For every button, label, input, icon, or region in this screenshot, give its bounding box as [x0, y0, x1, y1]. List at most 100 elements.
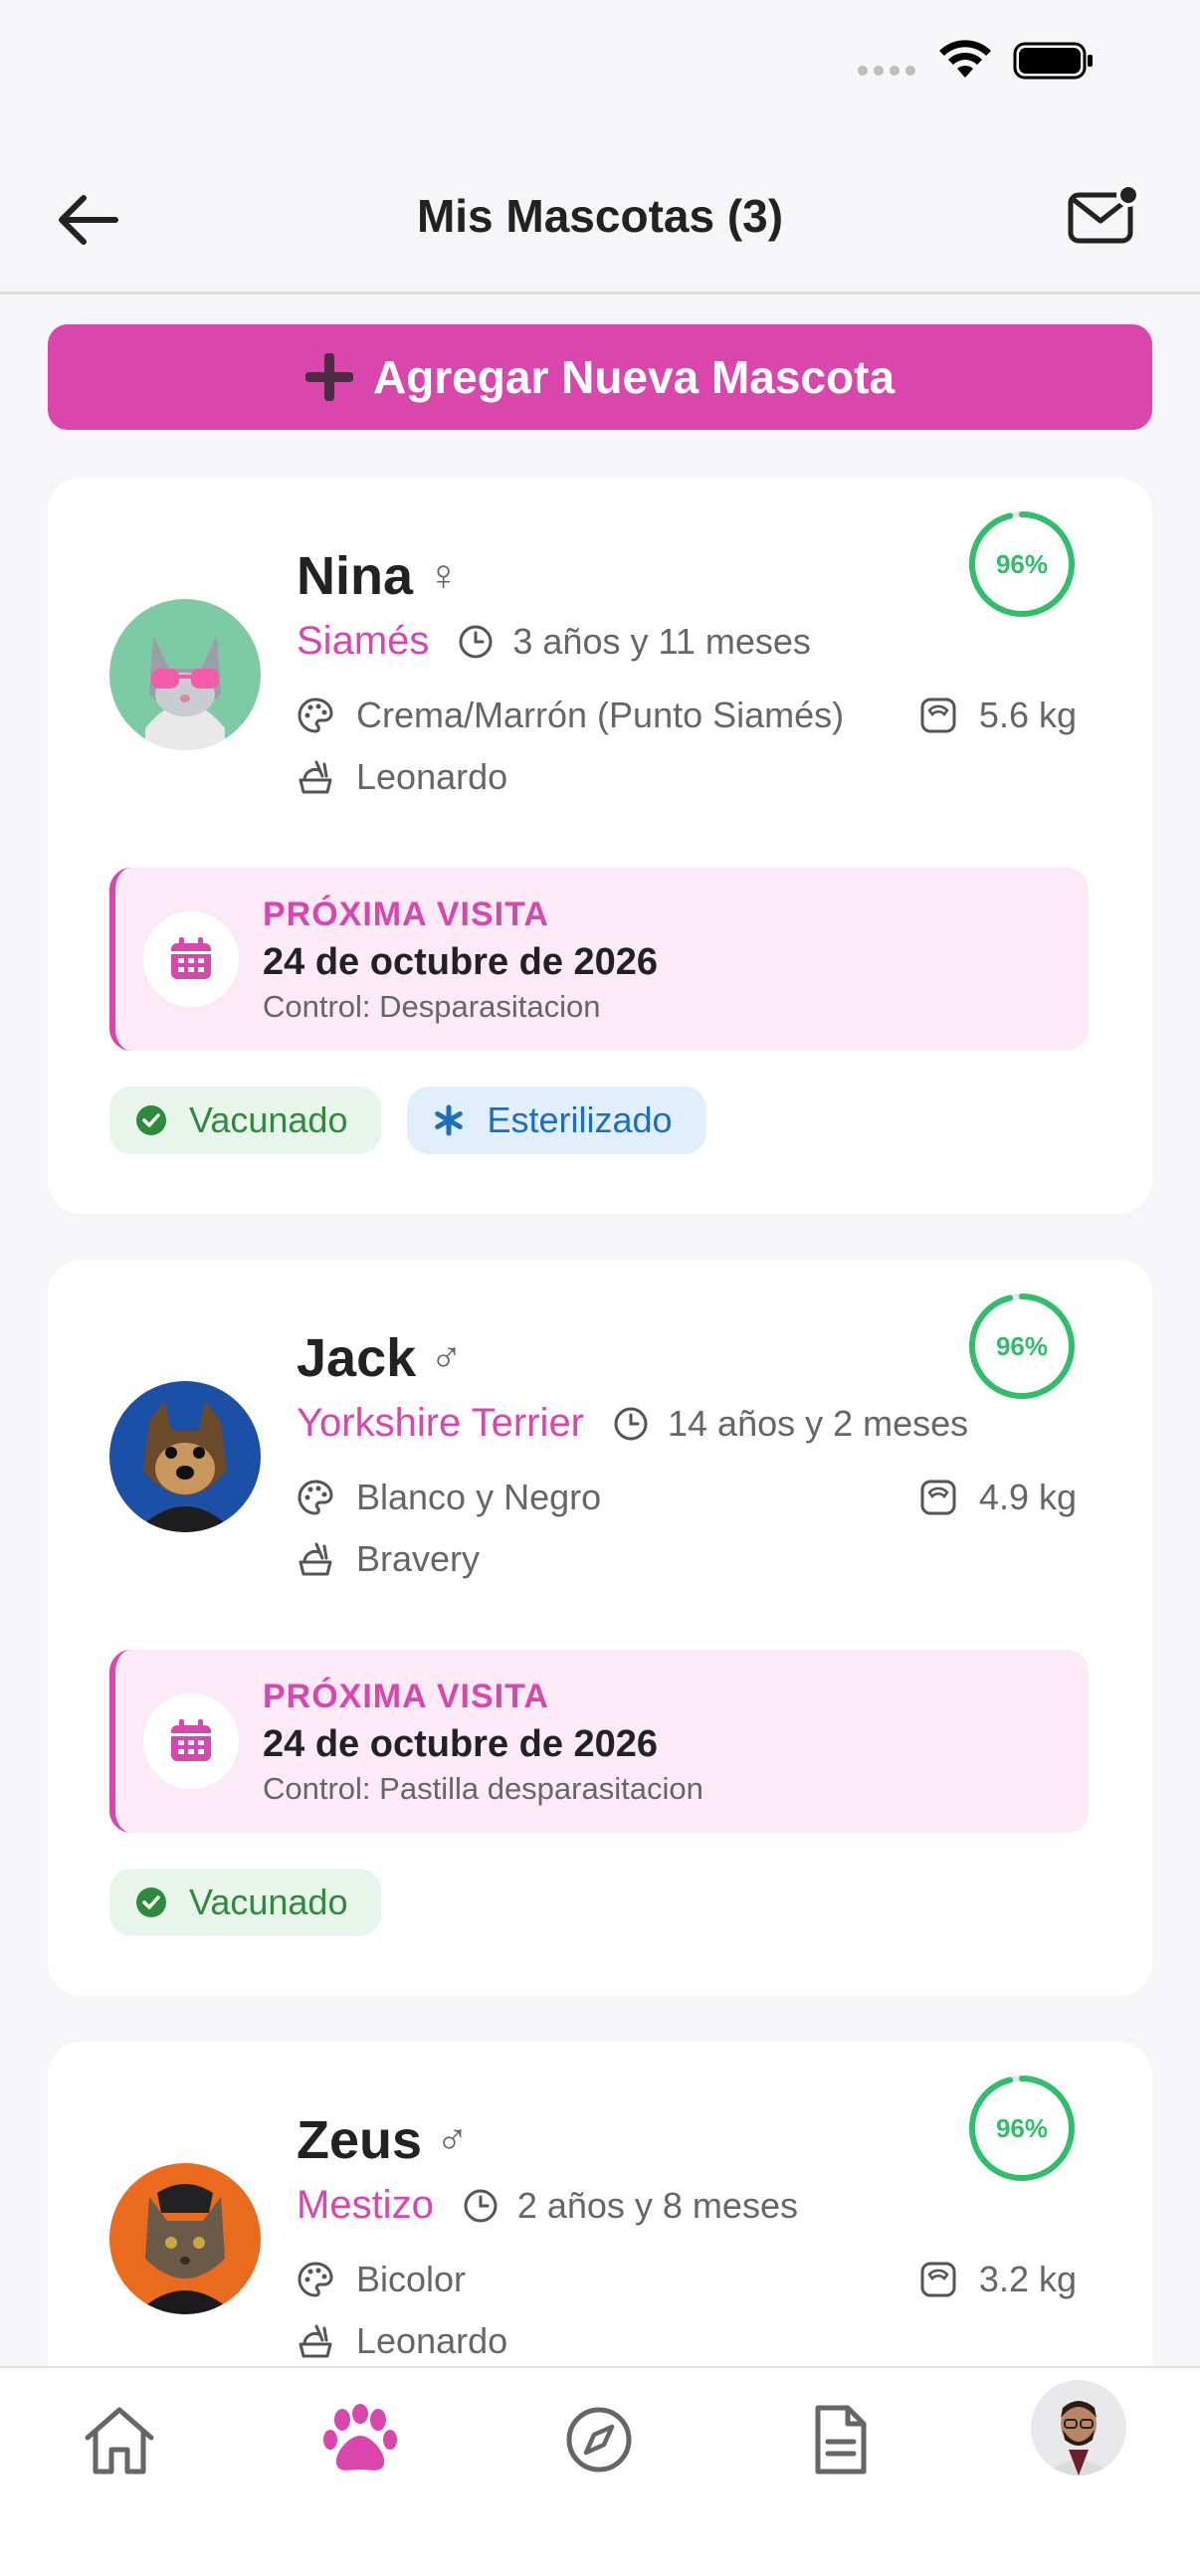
mail-notification-icon	[1068, 183, 1140, 244]
next-visit-card[interactable]: PRÓXIMA VISITA 24 de octubre de 2026 Con…	[109, 1650, 1089, 1833]
check-circle-icon	[136, 1105, 166, 1135]
next-visit-date: 24 de octubre de 2026	[263, 941, 659, 983]
next-visit-date: 24 de octubre de 2026	[263, 1723, 659, 1765]
weight-text: 4.9 kg	[978, 1477, 1077, 1517]
weight-text: 5.6 kg	[978, 694, 1077, 735]
food-row: Bravery	[297, 1538, 1077, 1580]
male-icon: ♂	[430, 1333, 464, 1382]
clock-icon	[459, 625, 493, 658]
next-visit-label: PRÓXIMA VISITA	[263, 895, 549, 933]
next-visit-label: PRÓXIMA VISITA	[263, 1678, 549, 1715]
plus-icon	[304, 353, 353, 401]
pet-card[interactable]: Nina ♀ 96% Siamés 3 años y 11 meses Crem…	[48, 478, 1152, 1214]
vaccinated-badge: Vacunado	[109, 1087, 382, 1154]
scale-icon	[920, 697, 956, 733]
status-badges: Vacunado	[109, 1869, 382, 1936]
health-percent: 96%	[995, 548, 1049, 579]
pet-card[interactable]: Zeus ♂ 96% Mestizo 2 años y 8 meses Bico…	[48, 2042, 1152, 2366]
nav-home[interactable]	[70, 2390, 169, 2489]
clock-icon	[464, 2189, 498, 2222]
pet-name: Nina ♀	[297, 545, 460, 607]
pet-avatar	[109, 2163, 261, 2314]
pet-list[interactable]: Nina ♀ 96% Siamés 3 años y 11 meses Crem…	[0, 438, 1200, 2366]
coat-color-text: Blanco y Negro	[356, 1477, 602, 1517]
wifi-icon	[939, 40, 991, 78]
scale-icon	[920, 1480, 956, 1515]
next-visit-card[interactable]: PRÓXIMA VISITA 24 de octubre de 2026 Con…	[109, 868, 1089, 1051]
badge-label: Esterilizado	[487, 1099, 673, 1140]
pet-weight: 5.6 kg	[919, 694, 1077, 736]
bottom-nav	[0, 2366, 1200, 2576]
food-row: Leonardo	[297, 2320, 1077, 2362]
messages-button[interactable]	[1067, 183, 1146, 253]
profile-avatar[interactable]	[1031, 2380, 1126, 2476]
calendar-icon	[143, 1693, 239, 1789]
food-icon	[299, 1542, 332, 1576]
vaccinated-badge: Vacunado	[109, 1869, 382, 1936]
pet-card[interactable]: Jack ♂ 96% Yorkshire Terrier 14 años y 2…	[48, 1260, 1152, 1996]
status-badges: Vacunado Esterilizado	[109, 1087, 706, 1154]
signal-icon	[858, 66, 915, 76]
food-text: Bravery	[356, 1538, 481, 1579]
status-bar	[0, 0, 1200, 119]
next-visit-note: Control: Desparasitacion	[263, 989, 601, 1024]
sterilized-badge: Esterilizado	[407, 1087, 706, 1154]
nav-pets[interactable]	[310, 2390, 410, 2489]
palette-icon	[298, 1480, 333, 1515]
male-icon: ♂	[436, 2115, 470, 2164]
scale-icon	[920, 2262, 956, 2297]
health-progress-ring: 96%	[967, 2074, 1077, 2183]
nav-documents[interactable]	[790, 2390, 890, 2489]
nav-explore[interactable]	[549, 2390, 649, 2489]
add-pet-label: Agregar Nueva Mascota	[372, 351, 896, 403]
coat-color: Crema/Marrón (Punto Siamés)	[297, 694, 844, 736]
pet-food: Leonardo	[297, 2320, 507, 2362]
calendar-icon	[143, 911, 239, 1007]
breed-row: Yorkshire Terrier 14 años y 2 meses	[297, 1401, 968, 1446]
coat-color: Bicolor	[297, 2259, 466, 2300]
pet-food: Leonardo	[297, 756, 507, 798]
pet-breed: Mestizo	[297, 2183, 434, 2227]
weight-text: 3.2 kg	[978, 2259, 1077, 2299]
battery-icon	[1013, 42, 1093, 80]
app-header: Mis Mascotas (3)	[0, 149, 1200, 295]
health-percent: 96%	[995, 1330, 1049, 1361]
coat-color-text: Bicolor	[356, 2259, 467, 2299]
health-progress-ring: 96%	[967, 509, 1077, 619]
coat-color-text: Crema/Marrón (Punto Siamés)	[356, 694, 845, 735]
compass-icon	[566, 2407, 632, 2473]
food-text: Leonardo	[356, 756, 508, 797]
breed-row: Siamés 3 años y 11 meses	[297, 619, 811, 664]
pet-name: Jack ♂	[297, 1327, 463, 1389]
info-row: Blanco y Negro 4.9 kg	[297, 1477, 1077, 1518]
pet-name-text: Jack	[297, 1328, 417, 1388]
badge-label: Vacunado	[189, 1882, 348, 1922]
food-row: Leonardo	[297, 756, 1077, 798]
home-icon	[85, 2407, 154, 2475]
food-text: Leonardo	[356, 2320, 508, 2361]
info-row: Crema/Marrón (Punto Siamés) 5.6 kg	[297, 694, 1077, 736]
add-pet-button[interactable]: Agregar Nueva Mascota	[48, 324, 1152, 430]
pet-weight: 3.2 kg	[919, 2259, 1077, 2300]
clock-icon	[614, 1407, 648, 1440]
pet-avatar	[109, 599, 261, 750]
health-percent: 96%	[995, 2112, 1049, 2143]
pet-name-text: Zeus	[297, 2110, 423, 2170]
female-icon: ♀	[427, 551, 461, 600]
food-icon	[299, 760, 332, 794]
info-row: Bicolor 3.2 kg	[297, 2259, 1077, 2300]
coat-color: Blanco y Negro	[297, 1477, 601, 1518]
document-icon	[815, 2405, 867, 2475]
pet-avatar	[109, 1381, 261, 1532]
page-title: Mis Mascotas (3)	[416, 190, 784, 242]
pet-breed: Yorkshire Terrier	[297, 1401, 585, 1445]
pet-age: 3 años y 11 meses	[512, 620, 811, 662]
badge-label: Vacunado	[189, 1099, 348, 1140]
paw-icon	[323, 2404, 397, 2471]
next-visit-note: Control: Pastilla desparasitacion	[263, 1771, 703, 1806]
pet-name-text: Nina	[297, 546, 414, 606]
palette-icon	[298, 697, 333, 733]
pet-age: 2 años y 8 meses	[516, 2184, 798, 2226]
pet-name: Zeus ♂	[297, 2109, 469, 2171]
pet-breed: Siamés	[297, 619, 430, 663]
